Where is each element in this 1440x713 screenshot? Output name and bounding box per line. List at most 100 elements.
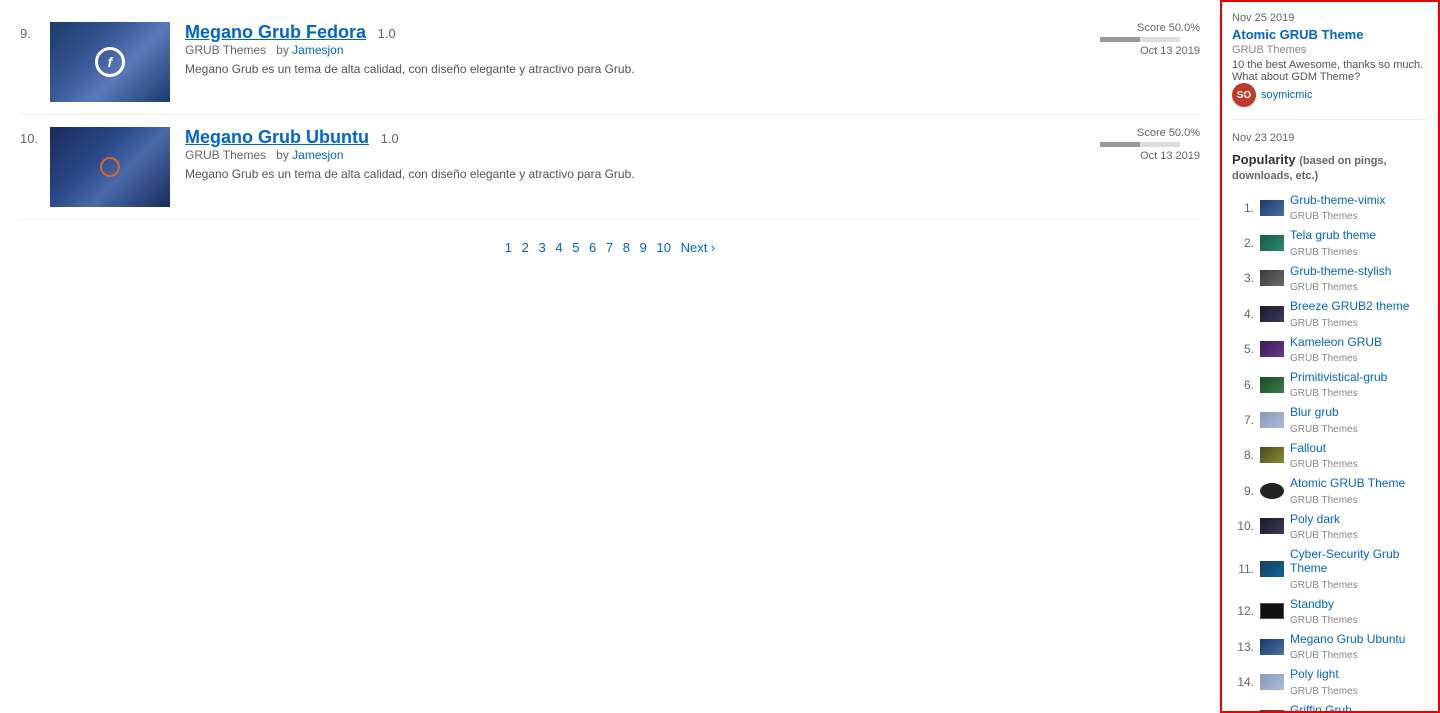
product-info: Megano Grub Fedora 1.0 GRUB Themes by Ja… <box>185 22 1100 76</box>
product-description: Megano Grub es un tema de alta calidad, … <box>185 62 1100 76</box>
comment-title[interactable]: Atomic GRUB Theme <box>1232 27 1428 42</box>
pop-info: Cyber-Security Grub Theme GRUB Themes <box>1290 547 1428 591</box>
fedora-icon: f <box>95 47 125 77</box>
pop-name-link[interactable]: Megano Grub Ubuntu <box>1290 632 1428 646</box>
product-title-link[interactable]: Megano Grub Fedora <box>185 22 366 42</box>
pop-name-link[interactable]: Blur grub <box>1290 405 1428 419</box>
pop-category: GRUB Themes <box>1290 650 1358 661</box>
product-number: 10. <box>20 127 50 146</box>
thumbnail-image: f <box>50 22 170 102</box>
pop-name-link[interactable]: Kameleon GRUB <box>1290 335 1428 349</box>
page-8[interactable]: 8 <box>623 240 630 255</box>
page-next[interactable]: Next › <box>681 240 716 255</box>
page-4[interactable]: 4 <box>555 240 562 255</box>
product-version: 1.0 <box>381 131 399 146</box>
pop-category: GRUB Themes <box>1290 424 1358 435</box>
comment-title-link[interactable]: Atomic GRUB Theme <box>1232 27 1363 42</box>
page-10[interactable]: 10 <box>656 240 670 255</box>
page-6[interactable]: 6 <box>589 240 596 255</box>
pop-thumbnail <box>1260 270 1284 286</box>
pop-info: Grub-theme-stylish GRUB Themes <box>1290 264 1428 293</box>
pop-rank: 3. <box>1232 271 1254 285</box>
product-thumbnail-9: f <box>50 22 170 102</box>
pop-thumbnail <box>1260 200 1284 216</box>
pop-info: Poly light GRUB Themes <box>1290 667 1428 696</box>
popularity-list: 1. Grub-theme-vimix GRUB Themes 2. Tela … <box>1232 190 1428 713</box>
page-3[interactable]: 3 <box>538 240 545 255</box>
product-item: 10. Megano Grub Ubuntu 1.0 GRUB Themes b… <box>20 115 1200 220</box>
pop-thumbnail <box>1260 235 1284 251</box>
pop-rank: 13. <box>1232 640 1254 654</box>
page-5[interactable]: 5 <box>572 240 579 255</box>
popularity-item: 5. Kameleon GRUB GRUB Themes <box>1232 332 1428 367</box>
page-1[interactable]: 1 <box>505 240 512 255</box>
pop-rank: 6. <box>1232 378 1254 392</box>
product-score: Score 50.0% Oct 13 2019 <box>1100 22 1200 57</box>
avatar: SO <box>1232 83 1256 107</box>
popularity-item: 1. Grub-theme-vimix GRUB Themes <box>1232 190 1428 225</box>
popularity-item: 15. Griffin Grub GRUB Themes <box>1232 700 1428 713</box>
pop-info: Primitivistical-grub GRUB Themes <box>1290 370 1428 399</box>
pop-name-link[interactable]: Grub-theme-vimix <box>1290 193 1428 207</box>
pop-info: Grub-theme-vimix GRUB Themes <box>1290 193 1428 222</box>
comment-date: Nov 25 2019 <box>1232 12 1428 24</box>
pop-thumbnail <box>1260 603 1284 619</box>
page-2[interactable]: 2 <box>522 240 529 255</box>
pop-name-link[interactable]: Fallout <box>1290 441 1428 455</box>
pop-category: GRUB Themes <box>1290 353 1358 364</box>
pop-category: GRUB Themes <box>1290 282 1358 293</box>
product-thumbnail-10 <box>50 127 170 207</box>
score-bar <box>1100 37 1180 42</box>
product-info: Megano Grub Ubuntu 1.0 GRUB Themes by Ja… <box>185 127 1100 181</box>
pop-rank: 7. <box>1232 413 1254 427</box>
comment-text: 10 the best Awesome, thanks so much. Wha… <box>1232 59 1428 83</box>
pop-rank: 8. <box>1232 448 1254 462</box>
pop-name-link[interactable]: Standby <box>1290 597 1428 611</box>
pop-rank: 14. <box>1232 675 1254 689</box>
pop-category: GRUB Themes <box>1290 211 1358 222</box>
popularity-item: 2. Tela grub theme GRUB Themes <box>1232 225 1428 260</box>
sidebar: Nov 25 2019 Atomic GRUB Theme GRUB Theme… <box>1220 0 1440 713</box>
pop-category: GRUB Themes <box>1290 615 1358 626</box>
pop-rank: 10. <box>1232 519 1254 533</box>
comment-author: SO soymicmic <box>1232 83 1428 107</box>
pop-thumbnail <box>1260 674 1284 690</box>
ubuntu-icon <box>100 157 120 177</box>
pop-category: GRUB Themes <box>1290 318 1358 329</box>
pop-rank: 2. <box>1232 236 1254 250</box>
popularity-title: Popularity (based on pings, downloads, e… <box>1232 152 1428 182</box>
pop-category: GRUB Themes <box>1290 580 1358 591</box>
popularity-item: 11. Cyber-Security Grub Theme GRUB Theme… <box>1232 544 1428 594</box>
popularity-item: 10. Poly dark GRUB Themes <box>1232 509 1428 544</box>
pop-rank: 1. <box>1232 201 1254 215</box>
product-version: 1.0 <box>378 26 396 41</box>
pop-info: Tela grub theme GRUB Themes <box>1290 228 1428 257</box>
pop-name-link[interactable]: Atomic GRUB Theme <box>1290 476 1428 490</box>
pop-name-link[interactable]: Breeze GRUB2 theme <box>1290 299 1428 313</box>
pop-thumbnail <box>1260 483 1284 499</box>
pop-name-link[interactable]: Cyber-Security Grub Theme <box>1290 547 1428 576</box>
product-title-link[interactable]: Megano Grub Ubuntu <box>185 127 369 147</box>
pagination: 1 2 3 4 5 6 7 8 9 10 Next › <box>20 220 1200 275</box>
score-label: Score 50.0% <box>1100 127 1200 139</box>
product-item: 9. f Megano Grub Fedora 1.0 GRUB Themes … <box>20 10 1200 115</box>
popularity-item: 8. Fallout GRUB Themes <box>1232 438 1428 473</box>
pop-thumbnail <box>1260 341 1284 357</box>
pop-category: GRUB Themes <box>1290 459 1358 470</box>
popularity-item: 13. Megano Grub Ubuntu GRUB Themes <box>1232 629 1428 664</box>
popularity-item: 7. Blur grub GRUB Themes <box>1232 402 1428 437</box>
author-link[interactable]: soymicmic <box>1261 89 1312 101</box>
pop-name-link[interactable]: Poly dark <box>1290 512 1428 526</box>
product-author[interactable]: Jamesjon <box>292 43 343 57</box>
pop-name-link[interactable]: Griffin Grub <box>1290 703 1428 713</box>
pop-name-link[interactable]: Primitivistical-grub <box>1290 370 1428 384</box>
page-7[interactable]: 7 <box>606 240 613 255</box>
pop-name-link[interactable]: Poly light <box>1290 667 1428 681</box>
pop-info: Griffin Grub GRUB Themes <box>1290 703 1428 713</box>
page-9[interactable]: 9 <box>640 240 647 255</box>
product-author[interactable]: Jamesjon <box>292 148 343 162</box>
pop-name-link[interactable]: Grub-theme-stylish <box>1290 264 1428 278</box>
popularity-item: 3. Grub-theme-stylish GRUB Themes <box>1232 261 1428 296</box>
pop-name-link[interactable]: Tela grub theme <box>1290 228 1428 242</box>
pop-rank: 5. <box>1232 342 1254 356</box>
